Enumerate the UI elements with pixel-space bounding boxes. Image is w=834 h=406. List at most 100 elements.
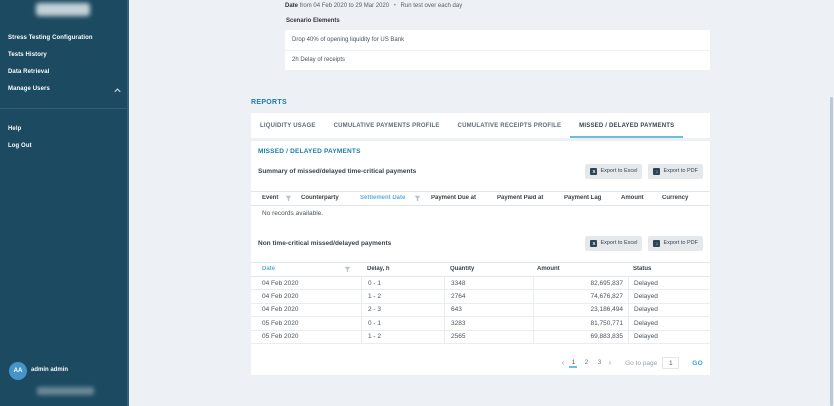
go-to-page-input[interactable] [662, 357, 679, 369]
column-header-amount[interactable]: Amount [621, 195, 662, 201]
column-label: Status [633, 266, 651, 272]
cell-amount: 82,695,837 [533, 277, 628, 289]
column-header-delay[interactable]: Delay, h [361, 266, 444, 272]
column-header-date[interactable]: Date [251, 266, 361, 273]
column-header-payment-paid-at[interactable]: Payment Paid at [497, 195, 564, 201]
test-date-summary: Date from 04 Feb 2020 to 29 Mar 2020 • R… [285, 3, 462, 9]
cell-status: Delayed [628, 290, 710, 302]
column-header-settlement-date[interactable]: Settlement Date [360, 195, 431, 202]
sidebar-item-manage-users[interactable]: Manage Users [0, 83, 129, 95]
vertical-scrollbar[interactable] [830, 97, 833, 406]
user-profile[interactable]: AA admin admin [0, 358, 129, 384]
pdf-icon: ↓ [653, 168, 660, 175]
go-button[interactable]: GO [692, 360, 703, 367]
cell-delay: 0 - 1 [361, 317, 444, 329]
sidebar-divider [0, 108, 129, 109]
page-button-2[interactable]: 2 [582, 358, 590, 368]
cell-quantity: 2565 [444, 331, 533, 343]
column-header-status[interactable]: Status [628, 266, 710, 272]
sidebar-item-log-out[interactable]: Log Out [0, 140, 129, 152]
scenario-item-text: Drop 40% of opening liquidity for US Ban… [292, 37, 404, 43]
export-to-pdf-button[interactable]: ↓ Export to PDF [648, 236, 703, 251]
column-label: Payment Paid at [497, 195, 543, 201]
excel-icon: X [590, 168, 597, 175]
cell-date: 04 Feb 2020 [251, 277, 361, 289]
page-button-3[interactable]: 3 [595, 358, 603, 368]
company-logo [36, 3, 90, 16]
column-header-currency[interactable]: Currency [662, 195, 710, 201]
page-button-1[interactable]: 1 [569, 358, 577, 368]
sidebar-item-label: Help [8, 126, 21, 132]
column-label: Quantity [450, 266, 474, 272]
sidebar-item-label: Stress Testing Configuration [8, 35, 93, 41]
summary-table-header: Event Counterparty Settlement Date Payme… [251, 191, 710, 206]
tab-missed-delayed-payments[interactable]: MISSED / DELAYED PAYMENTS [570, 113, 683, 138]
column-label: Amount [537, 266, 560, 272]
cell-quantity: 643 [444, 304, 533, 316]
tab-label: CUMULATIVE PAYMENTS PROFILE [334, 123, 440, 129]
scenario-item: 2h Delay of receipts [285, 51, 710, 71]
column-header-amount[interactable]: Amount [533, 266, 628, 272]
filter-icon[interactable] [344, 266, 351, 273]
cell-date: 04 Feb 2020 [251, 290, 361, 302]
column-header-counterparty[interactable]: Counterparty [301, 195, 360, 201]
cell-amount: 69,883,835 [533, 331, 628, 343]
export-to-excel-button[interactable]: X Export to Excel [585, 236, 642, 251]
column-header-quantity[interactable]: Quantity [444, 266, 533, 272]
date-range: from 04 Feb 2020 to 29 Mar 2020 [300, 3, 389, 9]
column-label: Amount [621, 195, 644, 201]
excel-icon: X [590, 240, 597, 247]
avatar: AA [9, 362, 27, 380]
cell-delay: 2 - 3 [361, 304, 444, 316]
cell-date: 04 Feb 2020 [251, 304, 361, 316]
scenario-item: Drop 40% of opening liquidity for US Ban… [285, 30, 710, 50]
summary-section-header: Summary of missed/delayed time-critical … [258, 163, 703, 179]
previous-page-icon[interactable]: ‹ [562, 358, 565, 368]
export-pdf-label: Export to PDF [663, 168, 698, 174]
cell-delay: 1 - 2 [361, 331, 444, 343]
cell-amount: 81,750,771 [533, 317, 628, 329]
export-to-excel-button[interactable]: X Export to Excel [585, 164, 642, 179]
tab-cumulative-payments-profile[interactable]: CUMULATIVE PAYMENTS PROFILE [325, 113, 449, 138]
column-header-payment-due-at[interactable]: Payment Due at [431, 195, 497, 201]
non-critical-table-body: 04 Feb 2020 0 - 1 3348 82,695,837 Delaye… [251, 277, 710, 344]
sidebar-item-data-retrieval[interactable]: Data Retrieval [0, 66, 129, 78]
tab-label: MISSED / DELAYED PAYMENTS [579, 123, 674, 129]
chevron-up-icon [114, 86, 121, 98]
tab-liquidity-usage[interactable]: LIQUIDITY USAGE [251, 113, 325, 138]
sidebar-item-label: Log Out [8, 143, 32, 149]
bullet-separator: • [394, 3, 396, 9]
cell-amount: 74,676,827 [533, 290, 628, 302]
reports-tabbar: LIQUIDITY USAGE CUMULATIVE PAYMENTS PROF… [251, 113, 710, 138]
panel-title: MISSED / DELAYED PAYMENTS [258, 148, 361, 155]
tab-label: LIQUIDITY USAGE [260, 123, 316, 129]
sidebar-item-tests-history[interactable]: Tests History [0, 49, 129, 61]
cell-amount: 23,186,494 [533, 304, 628, 316]
sidebar-item-stress-testing-configuration[interactable]: Stress Testing Configuration [0, 32, 129, 44]
cell-status: Delayed [628, 317, 710, 329]
cell-status: Delayed [628, 304, 710, 316]
column-label: Currency [662, 195, 688, 201]
cell-delay: 1 - 2 [361, 290, 444, 302]
tab-label: CUMULATIVE RECEIPTS PROFILE [458, 123, 562, 129]
column-header-event[interactable]: Event [251, 195, 301, 202]
filter-icon[interactable] [285, 195, 292, 202]
run-note: Run test over each day [401, 3, 463, 9]
sidebar-item-label: Data Retrieval [8, 69, 49, 75]
next-page-icon[interactable]: › [608, 358, 611, 368]
reports-heading: REPORTS [251, 99, 287, 106]
pagination: ‹ 1 2 3 › Go to page GO [258, 356, 703, 370]
table-row: 04 Feb 2020 2 - 3 643 23,186,494 Delayed [251, 304, 710, 317]
non-critical-title: Non time-critical missed/delayed payment… [258, 240, 391, 247]
export-to-pdf-button[interactable]: ↓ Export to PDF [648, 164, 703, 179]
column-label: Counterparty [301, 195, 339, 201]
no-records-message: No records available. [262, 207, 323, 221]
missed-delayed-panel: MISSED / DELAYED PAYMENTS Summary of mis… [251, 141, 710, 376]
filter-icon[interactable] [414, 195, 421, 202]
date-label: Date [285, 3, 298, 9]
table-row: 04 Feb 2020 0 - 1 3348 82,695,837 Delaye… [251, 277, 710, 290]
column-header-payment-lag[interactable]: Payment Lag [564, 195, 621, 201]
tab-cumulative-receipts-profile[interactable]: CUMULATIVE RECEIPTS PROFILE [449, 113, 571, 138]
column-label: Payment Lag [564, 195, 601, 201]
sidebar-item-help[interactable]: Help [0, 123, 129, 135]
